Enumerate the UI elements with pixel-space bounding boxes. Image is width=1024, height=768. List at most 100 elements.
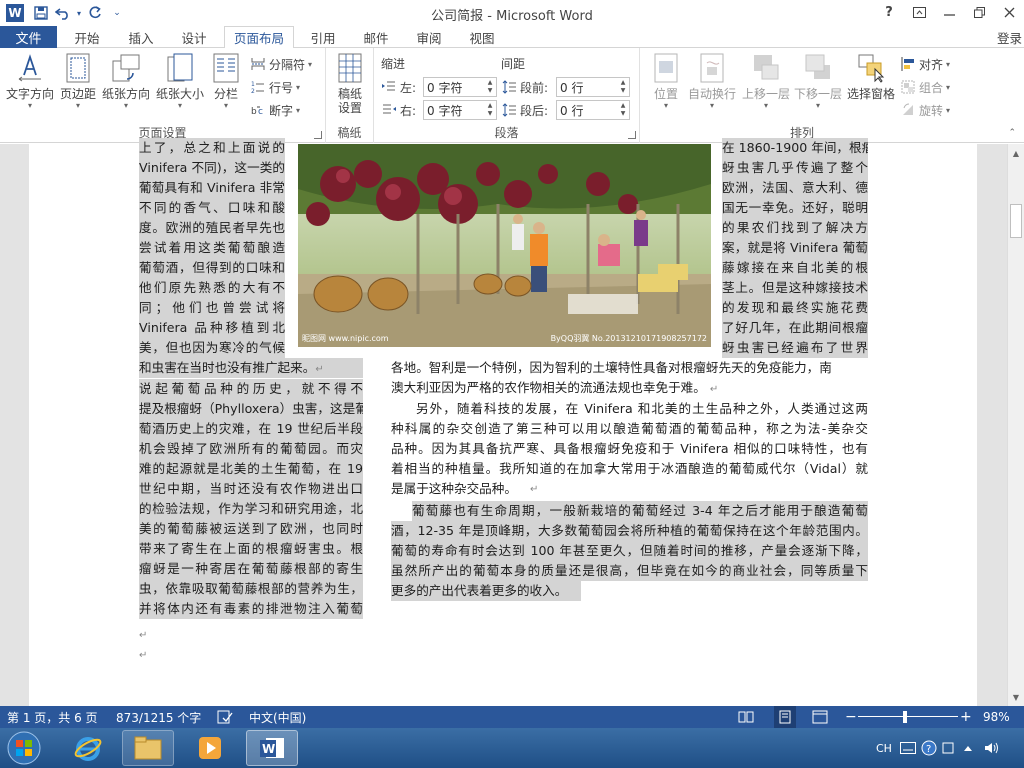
position-button[interactable]: 位置 ▾ <box>646 52 686 111</box>
redo-icon[interactable] <box>84 2 106 24</box>
selection-pane-button[interactable]: 选择窗格 <box>844 52 898 101</box>
ribbon-display-options-icon[interactable] <box>904 0 934 24</box>
tab-review[interactable]: 审阅 <box>406 26 452 48</box>
breaks-button[interactable]: 分隔符 ▾ <box>250 54 312 74</box>
hyphenation-label: 断字 <box>269 103 294 118</box>
help-icon[interactable]: ? <box>874 0 904 24</box>
show-hidden-icons[interactable] <box>963 728 973 768</box>
tray-options-icon[interactable] <box>942 728 954 768</box>
tab-view[interactable]: 视图 <box>459 26 505 48</box>
save-icon[interactable] <box>30 2 52 24</box>
zoom-slider-thumb[interactable] <box>903 711 907 723</box>
language-indicator[interactable]: 中文(中国) <box>249 706 306 728</box>
vertical-scrollbar[interactable]: ▲ ▼ <box>1007 144 1024 706</box>
status-bar: 第 1 页，共 6 页 873/1215 个字 中文(中国) − + 98% <box>0 706 1024 728</box>
zoom-level[interactable]: 98% <box>983 706 1010 728</box>
tab-insert[interactable]: 插入 <box>118 26 164 48</box>
paragraph-dialog-launcher[interactable] <box>628 131 636 139</box>
scrollbar-thumb[interactable] <box>1010 204 1022 238</box>
tab-design[interactable]: 设计 <box>171 26 217 48</box>
tab-home[interactable]: 开始 <box>64 26 110 48</box>
proofing-icon[interactable] <box>217 706 233 728</box>
columns-button[interactable]: 分栏 ▾ <box>208 52 244 111</box>
sign-in-link[interactable]: 登录 <box>997 26 1022 48</box>
internet-explorer-icon[interactable] <box>62 730 114 766</box>
indent-right-input[interactable]: 0 字符 ▲ ▼ <box>423 100 497 120</box>
spacing-before-spinner[interactable]: ▲ ▼ <box>617 78 629 96</box>
svg-text:?: ? <box>926 744 931 755</box>
column-1-tail-line: 和虫害在当时也没有推广起来。↵ <box>139 358 363 378</box>
page-setup-dialog-launcher[interactable] <box>314 131 322 139</box>
wrap-text-button[interactable]: 自动换行 ▾ <box>686 52 738 111</box>
margins-icon <box>62 52 94 84</box>
text-line: 国无一幸免。还好，聪明 <box>722 198 868 218</box>
word-count[interactable]: 873/1215 个字 <box>116 706 201 728</box>
vineyard-photo[interactable]: 昵图网 www.nipic.com ByQQ羽翼 No.201312101719… <box>298 144 711 347</box>
spacing-after-spinner[interactable]: ▲ ▼ <box>617 101 629 119</box>
collapse-ribbon-icon[interactable]: ⌃ <box>1008 128 1016 138</box>
tab-file[interactable]: 文件 <box>0 26 57 48</box>
restore-icon[interactable] <box>964 0 994 24</box>
draft-settings-button[interactable]: 稿纸设置 <box>332 52 368 115</box>
scroll-down-icon[interactable]: ▼ <box>1010 691 1022 703</box>
margins-label: 页边距 <box>59 87 96 101</box>
start-button[interactable] <box>2 730 46 766</box>
read-mode-icon[interactable] <box>738 706 754 728</box>
line-numbers-button[interactable]: 12 行号 ▾ <box>250 77 300 97</box>
size-button[interactable]: 纸张大小 ▾ <box>154 52 206 111</box>
scroll-up-icon[interactable]: ▲ <box>1010 147 1022 159</box>
spacing-before-input[interactable]: 0 行 ▲ ▼ <box>556 77 630 97</box>
print-layout-icon[interactable] <box>774 706 796 728</box>
hyphenation-button[interactable]: bc 断字 ▾ <box>250 100 300 120</box>
word-taskbar-icon[interactable]: W <box>246 730 298 766</box>
text-direction-button[interactable]: 文字方向 ▾ <box>4 52 56 111</box>
text-line: 度。欧洲的殖民者早先也 <box>139 218 285 238</box>
volume-icon[interactable] <box>984 728 1000 768</box>
customize-quick-access-icon[interactable]: ⌄ <box>106 2 128 24</box>
text-direction-icon <box>14 52 46 84</box>
orientation-button[interactable]: 纸张方向 ▾ <box>100 52 152 111</box>
empty-paragraph-1: ↵ <box>139 630 148 641</box>
undo-dropdown-icon[interactable]: ▾ <box>74 2 84 24</box>
undo-icon[interactable] <box>52 2 74 24</box>
page-count[interactable]: 第 1 页，共 6 页 <box>7 706 98 728</box>
tab-references[interactable]: 引用 <box>300 26 346 48</box>
zoom-in-button[interactable]: + <box>960 706 972 728</box>
breaks-label: 分隔符 <box>269 57 306 72</box>
help-tray-icon[interactable]: ? <box>921 728 937 768</box>
indent-left-label: 左: <box>381 77 416 97</box>
group-objects-button[interactable]: 组合 ▾ <box>900 77 950 97</box>
send-backward-button[interactable]: 下移一层 ▾ <box>792 52 844 111</box>
file-explorer-icon[interactable] <box>122 730 174 766</box>
zoom-out-button[interactable]: − <box>845 706 857 728</box>
tab-page-layout[interactable]: 页面布局 <box>224 26 294 49</box>
text-line: 美，但也因为寒冷的气候 <box>139 338 285 358</box>
align-button[interactable]: 对齐 ▾ <box>900 54 950 74</box>
close-icon[interactable] <box>994 0 1024 24</box>
tab-mailings[interactable]: 邮件 <box>353 26 399 48</box>
minimize-icon[interactable] <box>934 0 964 24</box>
ime-indicator[interactable]: CH <box>876 728 892 768</box>
web-layout-icon[interactable] <box>812 706 828 728</box>
group-page-setup: 文字方向 ▾ 页边距 ▾ 纸张方向 ▾ 纸张大小 ▾ 分栏 ▾ 分隔符 ▾ 1 … <box>0 48 326 143</box>
media-player-icon[interactable] <box>184 730 236 766</box>
keyboard-icon[interactable] <box>900 728 916 768</box>
rotate-label: 旋转 <box>919 103 944 118</box>
spacing-after-input[interactable]: 0 行 ▲ ▼ <box>556 100 630 120</box>
indent-right-icon <box>381 102 397 118</box>
indent-left-input[interactable]: 0 字符 ▲ ▼ <box>423 77 497 97</box>
title-bar: W ▾ ⌄ 公司简报 - Microsoft Word ? <box>0 0 1024 26</box>
rotate-button[interactable]: 旋转 ▾ <box>900 100 950 120</box>
text-line: 葡萄具有和 Vinifera 非常 <box>139 178 285 198</box>
window-controls: ? <box>874 0 1024 24</box>
word-app-icon[interactable]: W <box>6 4 24 22</box>
orientation-label: 纸张方向 <box>101 87 150 101</box>
bring-forward-button[interactable]: 上移一层 ▾ <box>740 52 792 111</box>
indent-right-spinner[interactable]: ▲ ▼ <box>484 101 496 119</box>
zoom-slider[interactable] <box>858 706 958 728</box>
spacing-after-value: 0 行 <box>560 103 584 118</box>
spacing-before-label: 段前: <box>501 77 548 97</box>
columns-label: 分栏 <box>213 87 238 101</box>
margins-button[interactable]: 页边距 ▾ <box>58 52 98 111</box>
indent-left-spinner[interactable]: ▲ ▼ <box>484 78 496 96</box>
